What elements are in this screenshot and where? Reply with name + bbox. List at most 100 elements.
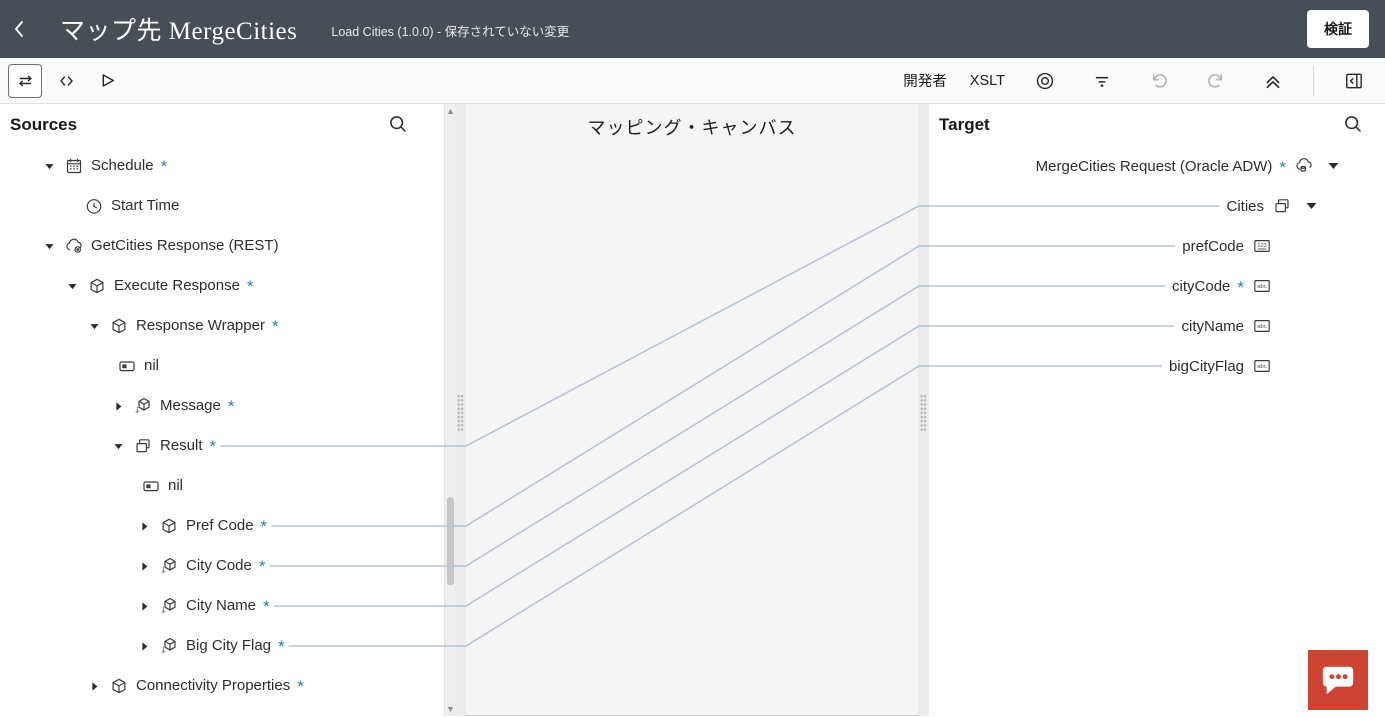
calendar-icon <box>65 157 83 175</box>
source-tree-item[interactable]: City Name* <box>0 586 455 626</box>
panel-toggle-button[interactable] <box>1337 64 1371 98</box>
required-star: * <box>247 277 254 296</box>
chevron-expanded-icon[interactable] <box>112 440 134 453</box>
chevron-expanded-icon[interactable] <box>43 160 65 173</box>
chevron-expanded-icon[interactable] <box>43 240 65 253</box>
sources-search-button[interactable] <box>388 114 408 139</box>
required-star: * <box>297 677 304 696</box>
undo-icon <box>1149 71 1169 91</box>
tree-item-label: City Code <box>186 557 252 574</box>
source-tree-item[interactable]: Start Time <box>0 186 455 226</box>
splitter-grip-icon <box>457 394 464 432</box>
source-tree-item[interactable]: nil <box>0 466 455 506</box>
source-tree-item[interactable]: Big City Flag* <box>0 626 455 666</box>
num-icon: 123 <box>1253 237 1271 255</box>
source-tree-item[interactable]: Schedule* <box>0 146 455 186</box>
integration-subtitle: Load Cities (1.0.0) - 保存されていない変更 <box>331 21 569 40</box>
cube-icon <box>110 677 128 695</box>
redo-icon <box>1206 71 1226 91</box>
chevron-expanded-icon[interactable] <box>66 280 88 293</box>
scrollbar-thumb[interactable] <box>447 497 454 585</box>
chat-button[interactable] <box>1308 650 1368 710</box>
target-tree-item[interactable]: bigCityFlagabc <box>929 346 1385 386</box>
redo-button[interactable] <box>1199 64 1233 98</box>
clock-icon <box>85 197 103 215</box>
splitter-grip-icon <box>920 394 927 432</box>
mapper-swap-icon <box>16 72 35 90</box>
required-star: * <box>261 517 268 536</box>
tree-item-label: nil <box>168 477 183 494</box>
search-icon <box>388 114 408 134</box>
chevron-collapsed-icon[interactable] <box>138 600 160 613</box>
target-tree-item[interactable]: Cities <box>929 186 1385 226</box>
chat-bubble-icon <box>1319 662 1357 698</box>
tree-item-label: Connectivity Properties <box>136 677 290 694</box>
target-tree-item[interactable]: MergeCities Request (Oracle ADW)* <box>929 146 1385 186</box>
chevron-expanded-icon[interactable] <box>88 320 110 333</box>
source-tree: Schedule*Start TimeGetCities Response (R… <box>0 146 455 706</box>
filter-button[interactable] <box>1085 64 1119 98</box>
cube-down-icon <box>134 397 152 415</box>
chevron-collapsed-icon[interactable] <box>138 520 160 533</box>
attribute-icon <box>118 357 136 375</box>
caret-down-icon[interactable] <box>1306 202 1317 210</box>
source-tree-item[interactable]: City Code* <box>0 546 455 586</box>
caret-down-icon[interactable] <box>1328 162 1339 170</box>
target-search-button[interactable] <box>1343 114 1363 139</box>
xslt-button[interactable]: XSLT <box>970 73 1005 89</box>
target-tree-item[interactable]: prefCode 123 <box>929 226 1385 266</box>
code-view-button[interactable] <box>49 64 83 98</box>
source-tree-item[interactable]: Pref Code * <box>0 506 455 546</box>
target-item-label: bigCityFlag <box>1169 358 1244 375</box>
target-item-label: prefCode <box>1182 238 1244 255</box>
tree-item-label: Pref Code <box>186 517 254 534</box>
chevron-collapsed-icon[interactable] <box>138 640 160 653</box>
tree-item-label: GetCities Response (REST) <box>91 237 279 254</box>
tree-item-label: Execute Response <box>114 277 240 294</box>
required-star: * <box>210 437 217 456</box>
toolbar-separator <box>1313 66 1314 96</box>
chevron-collapsed-icon[interactable] <box>138 560 160 573</box>
cloud-gear-icon <box>65 237 83 255</box>
left-splitter[interactable] <box>455 104 466 716</box>
tree-item-label: Big City Flag <box>186 637 271 654</box>
source-tree-item[interactable]: GetCities Response (REST) <box>0 226 455 266</box>
source-tree-item[interactable]: Connectivity Properties * <box>0 666 455 706</box>
sources-panel-header: Sources <box>0 104 455 146</box>
validate-button[interactable]: 検証 <box>1307 10 1369 48</box>
right-splitter[interactable] <box>918 104 929 716</box>
target-panel-header: Target <box>929 104 1385 146</box>
sources-scrollbar[interactable]: ▲ ▼ <box>444 104 455 716</box>
target-item-label: cityCode <box>1172 278 1230 295</box>
toolbar-left-group <box>0 64 124 98</box>
test-run-button[interactable] <box>90 64 124 98</box>
developer-mode-button[interactable]: 開発者 <box>903 70 947 91</box>
chevron-collapsed-icon[interactable] <box>112 400 134 413</box>
target-tree: MergeCities Request (Oracle ADW)*Citiesp… <box>929 146 1385 386</box>
tree-item-label: Schedule <box>91 157 154 174</box>
source-tree-item[interactable]: Message* <box>0 386 455 426</box>
source-tree-item[interactable]: Result * <box>0 426 455 466</box>
page-title: マップ先 MergeCities <box>60 11 297 47</box>
tree-item-label: nil <box>144 357 159 374</box>
tree-item-label: Response Wrapper <box>136 317 265 334</box>
stack-icon <box>1273 197 1291 215</box>
chevron-collapsed-icon[interactable] <box>88 680 110 693</box>
target-tree-item[interactable]: cityName abc <box>929 306 1385 346</box>
undo-button[interactable] <box>1142 64 1176 98</box>
source-tree-item[interactable]: Response Wrapper* <box>0 306 455 346</box>
collapse-all-button[interactable] <box>1256 64 1290 98</box>
toolbar-right-group: 開発者 XSLT <box>903 64 1385 98</box>
visibility-button[interactable] <box>1028 64 1062 98</box>
back-button[interactable] <box>0 0 38 58</box>
target-panel: Target MergeCities Request (Oracle ADW)*… <box>929 104 1385 716</box>
tree-item-label: Result <box>160 437 203 454</box>
mapper-view-button[interactable] <box>8 64 42 98</box>
collapse-all-icon <box>1263 71 1283 91</box>
source-tree-item[interactable]: nil <box>0 346 455 386</box>
abc-icon: abc <box>1253 317 1271 335</box>
target-item-label: cityName <box>1181 318 1244 335</box>
cube-icon <box>88 277 106 295</box>
source-tree-item[interactable]: Execute Response * <box>0 266 455 306</box>
target-tree-item[interactable]: cityCode*abc <box>929 266 1385 306</box>
